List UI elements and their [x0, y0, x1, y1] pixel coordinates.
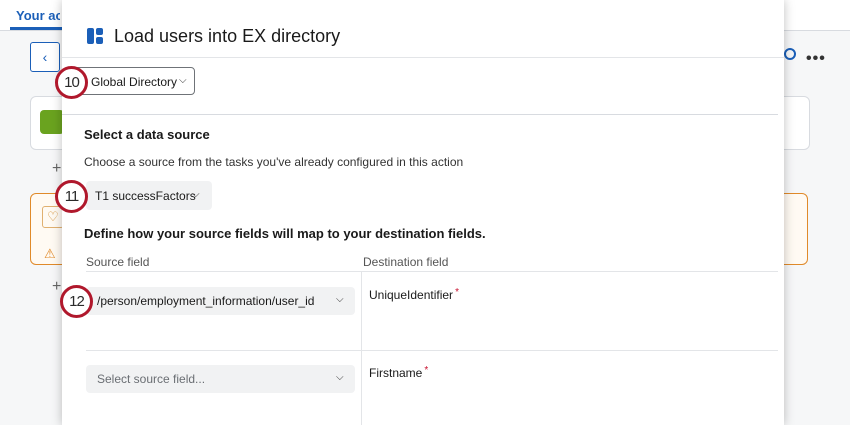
column-divider [361, 271, 362, 425]
directory-select-value: Global Directory [91, 75, 178, 89]
callout-marker: 10 [55, 66, 88, 99]
source-field-select[interactable]: /person/employment_information/user_id ⌵ [86, 287, 355, 315]
source-field-select[interactable]: Select source field... ⌵ [86, 365, 355, 393]
chevron-down-icon: ⌵ [192, 189, 200, 200]
background-tab-your-actions[interactable]: Your actions [16, 8, 60, 23]
add-step-icon[interactable]: + [52, 160, 61, 178]
modal-header: Load users into EX directory [62, 0, 784, 58]
callout-marker: 12 [60, 285, 93, 318]
chevron-left-icon: ‹ [42, 49, 48, 65]
data-source-select[interactable]: T1 successFactors ⌵ [86, 181, 212, 210]
destination-field-name: UniqueIdentifier [369, 288, 454, 302]
circle-icon [784, 48, 796, 60]
callout-marker: 11 [55, 180, 88, 213]
required-marker: * [424, 365, 429, 376]
destination-field-column-header: Destination field [363, 255, 449, 269]
required-marker: * [455, 287, 459, 298]
chevron-down-icon: ⌵ [336, 372, 344, 383]
destination-field-label: UniqueIdentifier * [369, 287, 459, 302]
section-divider [62, 114, 778, 115]
calendar-task-icon [40, 110, 64, 134]
data-source-select-value: T1 successFactors [95, 189, 196, 203]
add-step-icon[interactable]: + [52, 278, 61, 296]
data-source-description: Choose a source from the tasks you've al… [84, 155, 464, 169]
qualtrics-app-icon [87, 28, 103, 44]
table-divider [86, 271, 778, 272]
data-source-heading: Select a data source [84, 127, 210, 142]
destination-field-name: Firstname [369, 366, 423, 380]
back-button[interactable]: ‹ [30, 42, 60, 72]
source-field-placeholder: Select source field... [97, 372, 206, 386]
warning-icon: ⚠ [44, 246, 56, 261]
active-tab-indicator [10, 27, 64, 30]
modal-title: Load users into EX directory [114, 26, 341, 46]
source-field-value: /person/employment_information/user_id [97, 294, 315, 308]
chevron-down-icon: ⌵ [336, 294, 344, 305]
source-field-column-header: Source field [86, 255, 150, 269]
ellipsis-icon[interactable]: ••• [806, 50, 826, 68]
destination-field-label: Firstname * [369, 365, 428, 380]
directory-select[interactable]: Global Directory ⌵ [74, 67, 195, 95]
load-users-modal: Load users into EX directory Global Dire… [62, 0, 784, 425]
mapping-heading: Define how your source fields will map t… [84, 226, 486, 241]
chevron-down-icon: ⌵ [179, 75, 187, 86]
table-row-divider [86, 350, 778, 351]
